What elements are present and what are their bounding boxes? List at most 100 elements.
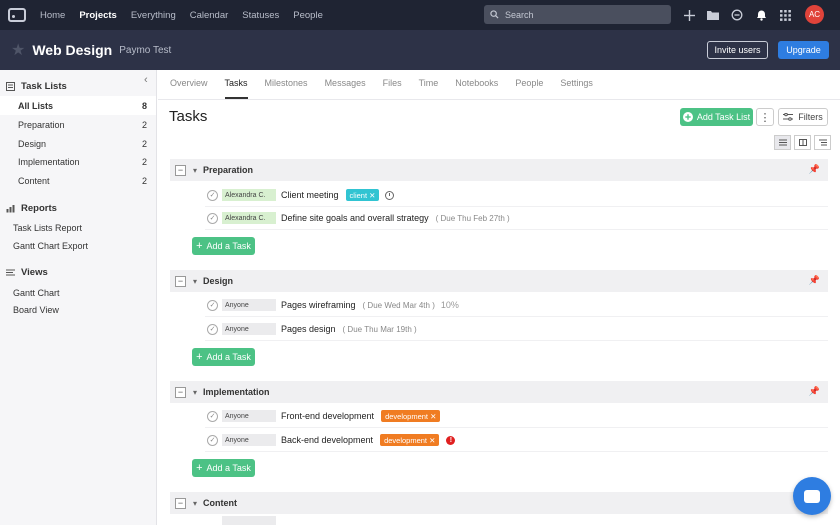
tab-settings[interactable]: Settings [560, 78, 593, 99]
task-tag[interactable]: development ✕ [380, 434, 440, 446]
nav-statuses[interactable]: Statuses [242, 10, 279, 21]
task-name[interactable]: Back-end development [281, 435, 373, 445]
task-assignee[interactable]: Alexandra C. [222, 189, 276, 201]
task-name[interactable]: Define site goals and overall strategy [281, 213, 429, 223]
task-row[interactable]: ✓ Alexandra C. Client meeting client ✕ [205, 184, 828, 207]
task-assignee[interactable]: Anyone [222, 323, 276, 335]
task-row[interactable]: ✓ Anyone Pages design ( Due Thu Mar 19th… [205, 318, 828, 341]
list-view-icon[interactable] [774, 135, 791, 150]
pin-icon[interactable]: 📌 [809, 386, 820, 397]
task-checkbox[interactable]: ✓ [207, 323, 218, 335]
tab-time[interactable]: Time [419, 78, 439, 99]
tab-people[interactable]: People [515, 78, 543, 99]
collapse-minus-icon[interactable]: − [175, 164, 186, 176]
task-checkbox[interactable]: ✓ [207, 212, 218, 224]
sidebar-link-task-lists-report[interactable]: Task Lists Report [13, 223, 82, 233]
tag-remove-icon[interactable]: ✕ [369, 191, 375, 200]
task-row[interactable]: ✓ Anyone Back-end development developmen… [205, 429, 828, 452]
tab-milestones[interactable]: Milestones [265, 78, 308, 99]
chevron-down-icon[interactable]: ▾ [193, 277, 197, 286]
columns-view-icon[interactable] [794, 135, 811, 150]
task-name[interactable]: Pages wireframing [281, 300, 356, 310]
sidebar-item-all-lists[interactable]: All Lists 8 [0, 96, 156, 115]
plus-icon[interactable] [682, 8, 696, 22]
task-checkbox[interactable]: ✓ [207, 434, 218, 446]
task-checkbox[interactable]: ✓ [207, 189, 218, 201]
task-list-header-content[interactable]: − ▾ Content [170, 492, 828, 514]
task-tag[interactable]: development ✕ [381, 410, 441, 422]
upgrade-button[interactable]: Upgrade [778, 41, 829, 59]
sidebar-item-preparation[interactable]: Preparation 2 [0, 115, 156, 134]
chevron-down-icon[interactable]: ▾ [193, 166, 197, 175]
task-row[interactable]: ✓ Alexandra C. Define site goals and ove… [205, 207, 828, 230]
bell-icon[interactable] [754, 8, 768, 22]
nav-calendar[interactable]: Calendar [190, 10, 229, 21]
collapse-minus-icon[interactable]: − [175, 386, 186, 398]
task-assignee[interactable]: Anyone [222, 410, 276, 422]
task-checkbox[interactable]: ✓ [207, 299, 218, 311]
tab-messages[interactable]: Messages [325, 78, 366, 99]
nav-home[interactable]: Home [40, 10, 65, 21]
task-row[interactable]: ✓ Anyone Pages wireframing ( Due Wed Mar… [205, 294, 828, 317]
timer-icon[interactable] [730, 8, 744, 22]
task-assignee[interactable]: Anyone [222, 299, 276, 311]
tab-overview[interactable]: Overview [170, 78, 208, 99]
collapse-sidebar-icon[interactable]: ‹ [144, 74, 148, 86]
task-tag[interactable]: client ✕ [345, 189, 380, 201]
collapse-minus-icon[interactable]: − [175, 275, 186, 287]
task-name[interactable]: Front-end development [281, 411, 374, 421]
star-icon[interactable]: ★ [11, 40, 25, 60]
alert-icon[interactable]: ! [446, 435, 456, 445]
add-task-button[interactable]: + Add a Task [192, 237, 255, 255]
task-list-header-preparation[interactable]: − ▾ Preparation 📌 [170, 159, 828, 181]
task-name[interactable]: Client meeting [281, 190, 339, 200]
sidebar-item-implementation[interactable]: Implementation 2 [0, 152, 156, 171]
pin-icon[interactable]: 📌 [809, 164, 820, 175]
tab-tasks[interactable]: Tasks [224, 78, 248, 99]
nav-everything[interactable]: Everything [131, 10, 176, 21]
project-client[interactable]: Paymo Test [119, 45, 171, 56]
filters-button[interactable]: Filters [778, 108, 828, 126]
nav-people[interactable]: People [293, 10, 323, 21]
pin-icon[interactable]: 📌 [809, 275, 820, 286]
search-box[interactable] [484, 5, 671, 24]
view-toggle-group [774, 135, 831, 150]
task-assignee[interactable]: Alexandra C. [222, 212, 276, 224]
paymo-logo-icon[interactable] [8, 8, 26, 22]
task-checkbox[interactable]: ✓ [207, 410, 218, 422]
folder-icon[interactable] [706, 8, 720, 22]
sidebar-link-gantt-chart[interactable]: Gantt Chart [13, 288, 60, 298]
apps-grid-icon[interactable] [778, 8, 792, 22]
chevron-down-icon[interactable]: ▾ [193, 499, 197, 508]
chat-support-button[interactable] [793, 477, 831, 515]
search-input[interactable] [505, 9, 655, 20]
tag-remove-icon[interactable]: ✕ [430, 412, 436, 421]
clock-icon[interactable] [385, 190, 395, 200]
tab-files[interactable]: Files [383, 78, 402, 99]
tag-remove-icon[interactable]: ✕ [429, 436, 435, 445]
task-list-header-design[interactable]: − ▾ Design 📌 [170, 270, 828, 292]
compact-view-icon[interactable] [814, 135, 831, 150]
chevron-down-icon[interactable]: ▾ [193, 388, 197, 397]
task-name[interactable]: Pages design [281, 324, 336, 334]
task-assignee[interactable]: Anyone [222, 434, 276, 446]
add-task-label: Add a Task [206, 463, 251, 473]
sidebar-link-gantt-chart-export[interactable]: Gantt Chart Export [13, 241, 88, 251]
nav-projects[interactable]: Projects [79, 10, 117, 21]
add-task-button[interactable]: + Add a Task [192, 348, 255, 366]
collapse-minus-icon[interactable]: − [175, 497, 186, 509]
more-options-button[interactable]: ⋮ [756, 108, 774, 126]
avatar[interactable]: AC [805, 5, 824, 24]
sidebar-item-design[interactable]: Design 2 [0, 134, 156, 153]
tab-notebooks[interactable]: Notebooks [455, 78, 498, 99]
task-row[interactable]: ✓ Anyone Front-end development developme… [205, 405, 828, 428]
invite-users-button[interactable]: Invite users [707, 41, 768, 59]
task-assignee [222, 516, 276, 525]
sidebar-link-board-view[interactable]: Board View [13, 305, 59, 315]
add-task-button[interactable]: + Add a Task [192, 459, 255, 477]
sidebar-item-content[interactable]: Content 2 [0, 171, 156, 190]
task-list-header-implementation[interactable]: − ▾ Implementation 📌 [170, 381, 828, 403]
task-list-name: Content [203, 498, 238, 508]
sidebar-section-label: Task Lists [21, 81, 67, 92]
add-task-list-button[interactable]: Add Task List [680, 108, 753, 126]
